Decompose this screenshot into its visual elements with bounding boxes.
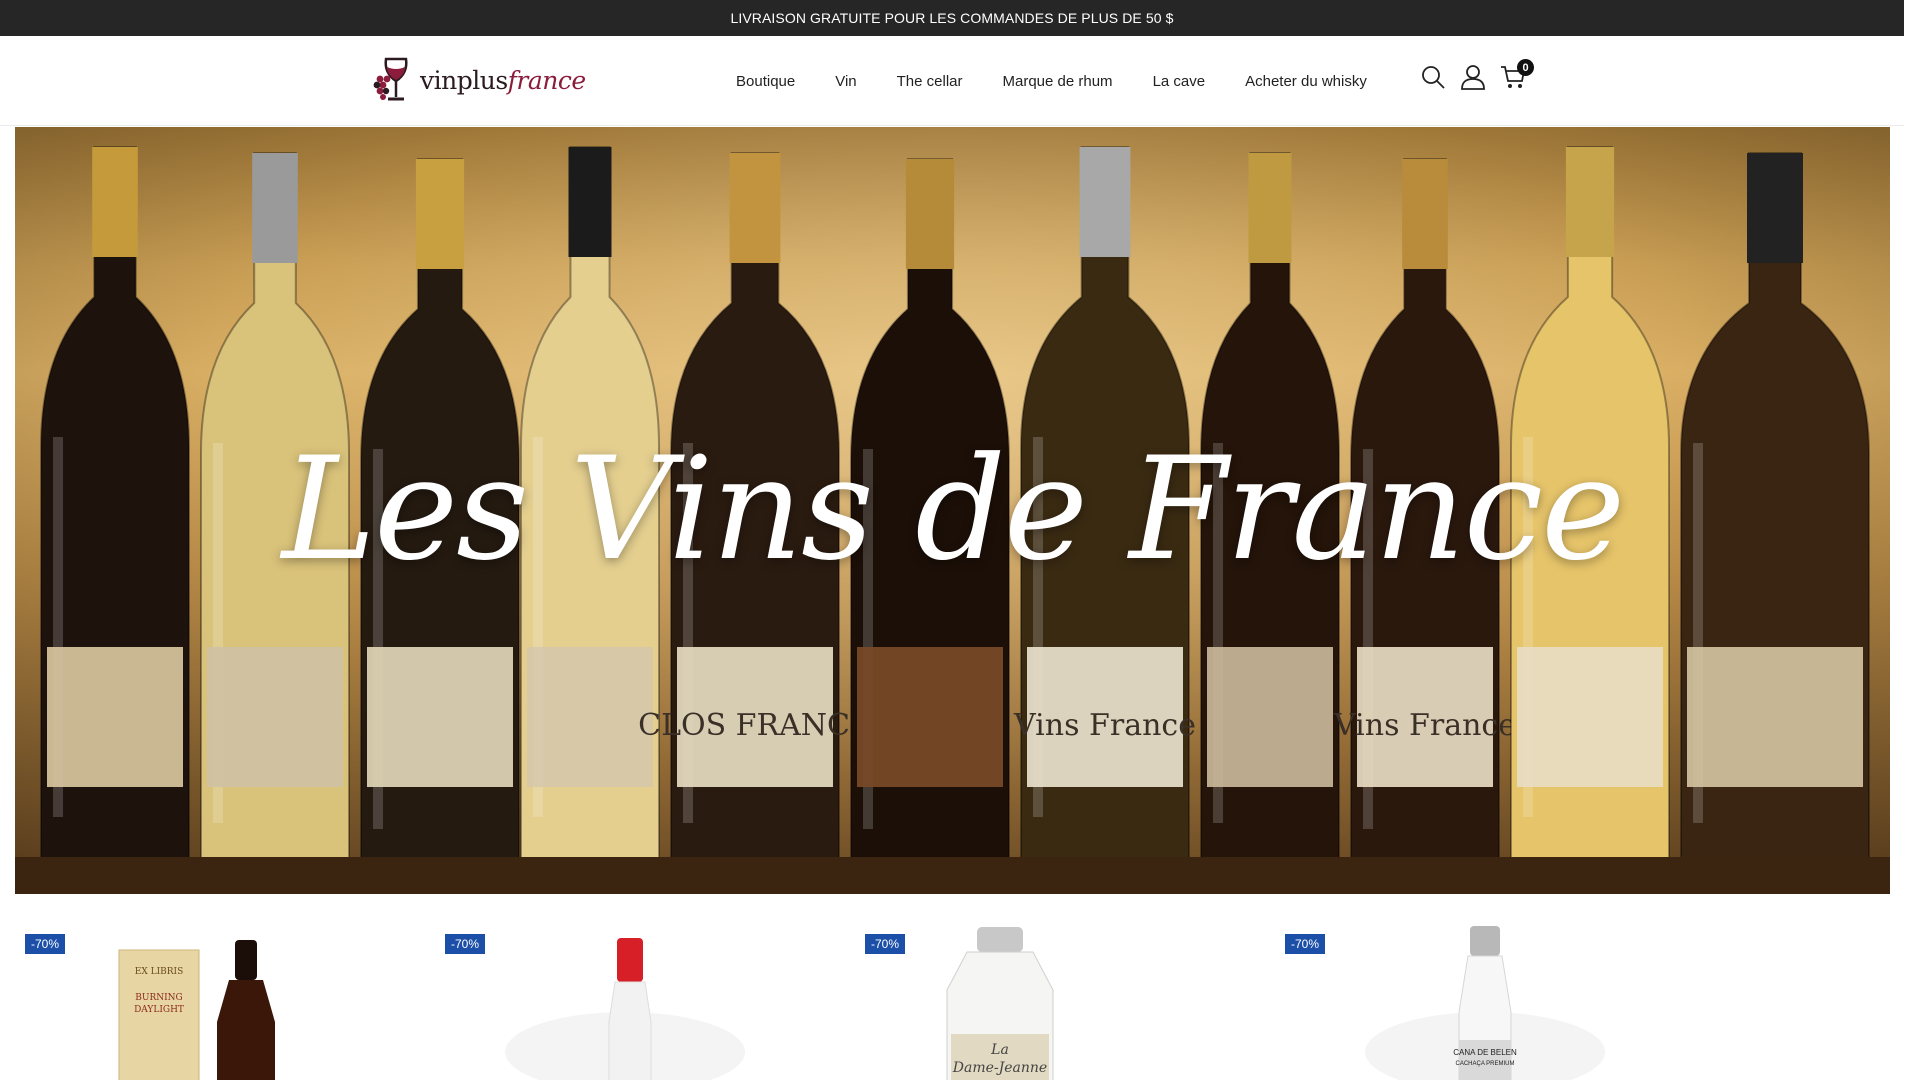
site-header: vinplusfrance Boutique Vin The cellar Ma… <box>0 36 1904 126</box>
search-icon <box>1422 66 1445 89</box>
discount-badge: -70% <box>865 934 906 954</box>
nav-item-the-cellar[interactable]: The cellar <box>897 73 963 90</box>
discount-badge: -70% <box>445 934 486 954</box>
product-card[interactable]: -70% <box>435 912 845 1080</box>
logo-brand-main: vinplus <box>420 65 508 95</box>
product-card[interactable]: -70% La Dame-Jeanne <box>855 912 1265 1080</box>
bottle-label-text: Vins France <box>1013 708 1196 743</box>
product-image <box>505 938 745 1080</box>
nav-item-vin[interactable]: Vin <box>835 73 856 90</box>
header-icons: 0 <box>1418 59 1534 92</box>
cart-count-badge: 0 <box>1517 59 1534 76</box>
bottle-label-line: Dame-Jeanne <box>952 1060 1047 1076</box>
product-card[interactable]: -70% EX LIBRIS BURNING DAYLIGHT <box>15 912 425 1080</box>
site-logo[interactable]: vinplusfrance <box>372 52 586 108</box>
bottle-label-text: CLOS FRANCE <box>638 708 872 743</box>
bottle-label-text: Vins France <box>1333 708 1516 743</box>
nav-item-boutique[interactable]: Boutique <box>736 73 795 90</box>
wine-glass-grapes-icon <box>373 57 408 101</box>
nav-item-acheter-du-whisky[interactable]: Acheter du whisky <box>1245 73 1367 90</box>
bottle-label-line: La <box>990 1042 1009 1058</box>
announcement-text: LIVRAISON GRATUITE POUR LES COMMANDES DE… <box>730 10 1174 26</box>
discount-badge: -70% <box>1285 934 1326 954</box>
bottle-label-line: CANA DE BELEN <box>1453 1048 1517 1057</box>
announcement-bar: LIVRAISON GRATUITE POUR LES COMMANDES DE… <box>0 0 1904 36</box>
nav-item-marque-de-rhum[interactable]: Marque de rhum <box>1003 73 1113 90</box>
nav-item-la-cave[interactable]: La cave <box>1153 73 1206 90</box>
discount-badge: -70% <box>25 934 66 954</box>
box-label-line: DAYLIGHT <box>134 1005 184 1015</box>
table-surface <box>15 857 1890 894</box>
product-card[interactable]: -70% CANA DE BELEN CACHAÇA PREMIUM <box>1275 912 1685 1080</box>
product-row: -70% EX LIBRIS BURNING DAYLIGHT -70% -70… <box>15 912 1695 1080</box>
product-image: EX LIBRIS BURNING DAYLIGHT <box>118 940 275 1080</box>
cart-button[interactable]: 0 <box>1498 59 1534 92</box>
account-button[interactable] <box>1458 62 1488 92</box>
hero-title: Les Vins de France <box>281 427 1625 592</box>
hero-banner[interactable]: CLOS FRANCE Vins France Vins France Les Vi… <box>15 127 1890 894</box>
product-image: CANA DE BELEN CACHAÇA PREMIUM <box>1365 926 1605 1080</box>
bottle-label-line: CACHAÇA PREMIUM <box>1455 1061 1514 1067</box>
product-image: La Dame-Jeanne <box>946 927 1054 1080</box>
box-label-line: BURNING <box>135 993 182 1003</box>
main-nav: Boutique Vin The cellar Marque de rhum L… <box>736 36 1367 126</box>
user-icon <box>1461 65 1485 90</box>
logo-wordmark: vinplusfrance <box>420 66 586 95</box>
box-label-line: EX LIBRIS <box>135 967 183 977</box>
logo-brand-accent: france <box>507 65 587 95</box>
search-button[interactable] <box>1418 62 1448 92</box>
